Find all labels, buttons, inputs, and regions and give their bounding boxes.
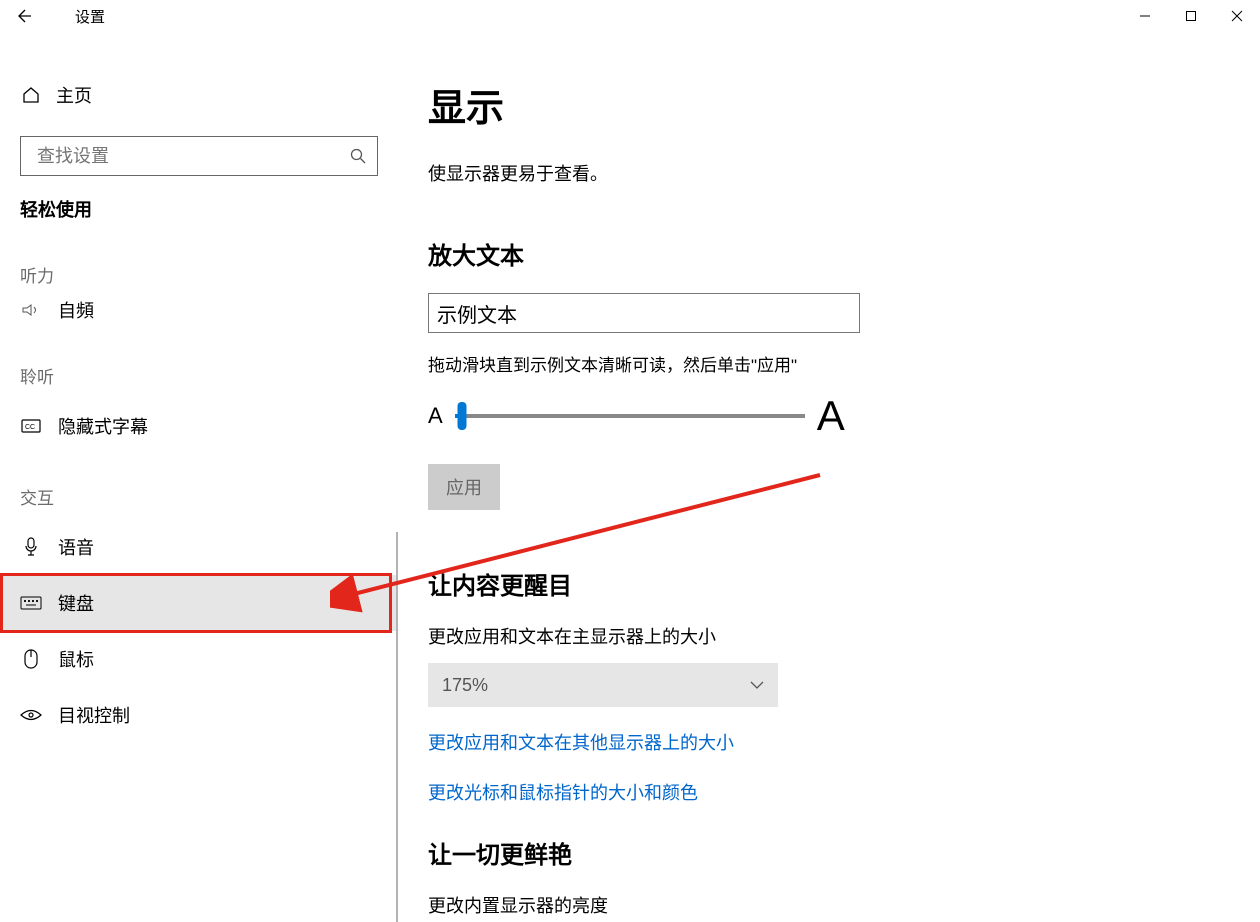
sidebar-item-mouse[interactable]: 鼠标 — [0, 631, 398, 687]
big-a-label: A — [817, 392, 845, 440]
sidebar-item-eye-control[interactable]: 目视控制 — [0, 687, 398, 743]
sample-text: 示例文本 — [437, 299, 517, 328]
section-vivid: 让一切更鲜艳 — [428, 835, 1260, 870]
slider-thumb[interactable] — [457, 402, 466, 430]
audio-icon — [20, 303, 42, 317]
microphone-icon — [20, 537, 42, 557]
link-other-displays[interactable]: 更改应用和文本在其他显示器上的大小 — [428, 729, 1260, 755]
chevron-down-icon — [750, 681, 764, 689]
slider-hint: 拖动滑块直到示例文本清晰可读，然后单击"应用" — [428, 351, 1260, 376]
change-main-size-label: 更改应用和文本在主显示器上的大小 — [428, 623, 1260, 649]
title-bar: 设置 — [0, 0, 1260, 32]
back-button[interactable] — [0, 0, 45, 32]
apply-button[interactable]: 应用 — [428, 464, 500, 510]
main-content: 显示 使显示器更易于查看。 放大文本 示例文本 拖动滑块直到示例文本清晰可读，然… — [398, 32, 1260, 917]
minimize-button[interactable] — [1122, 0, 1168, 32]
sidebar-item-label: 鼠标 — [58, 646, 94, 672]
search-box[interactable] — [20, 136, 378, 176]
svg-text:CC: CC — [25, 424, 35, 431]
sidebar-item-label: 键盘 — [58, 590, 94, 616]
section-label: 轻松使用 — [0, 176, 398, 232]
mouse-icon — [20, 649, 42, 669]
group-interact: 交互 — [0, 454, 398, 519]
page-title: 显示 — [428, 77, 1260, 132]
small-a-label: A — [428, 403, 443, 429]
text-size-slider-row: A A — [428, 392, 1260, 440]
sidebar-item-label: 语音 — [58, 534, 94, 560]
maximize-button[interactable] — [1168, 0, 1214, 32]
close-button[interactable] — [1214, 0, 1260, 32]
link-cursor-pointer[interactable]: 更改光标和鼠标指针的大小和颜色 — [428, 779, 1260, 805]
home-label: 主页 — [56, 82, 92, 108]
sidebar: 主页 轻松使用 听力 自頻 聆听 CC 隐藏式字幕 交互 语音 — [0, 32, 398, 917]
section-bolder: 让内容更醒目 — [428, 566, 1260, 601]
eye-icon — [20, 708, 42, 722]
sidebar-item-label: 目视控制 — [58, 702, 130, 728]
sidebar-item-label: 隐藏式字幕 — [58, 413, 148, 439]
search-input[interactable] — [37, 146, 349, 167]
sample-text-box: 示例文本 — [428, 293, 860, 333]
sidebar-item-captions[interactable]: CC 隐藏式字幕 — [0, 398, 398, 454]
page-description: 使显示器更易于查看。 — [428, 160, 1260, 186]
text-size-slider[interactable] — [455, 414, 805, 418]
sidebar-item-audio[interactable]: 自頻 — [0, 297, 398, 333]
home-item[interactable]: 主页 — [0, 72, 398, 118]
sidebar-item-speech[interactable]: 语音 — [0, 519, 398, 575]
dropdown-value: 175% — [442, 675, 488, 696]
brightness-label: 更改内置显示器的亮度 — [428, 892, 1260, 917]
keyboard-icon — [20, 596, 42, 610]
window-title: 设置 — [75, 6, 105, 27]
search-icon — [349, 147, 367, 165]
scale-dropdown[interactable]: 175% — [428, 663, 778, 707]
group-hearing: 听力 — [0, 232, 398, 297]
captions-icon: CC — [20, 419, 42, 433]
section-text-bigger: 放大文本 — [428, 236, 1260, 271]
window-controls — [1122, 0, 1260, 32]
sidebar-item-label: 自頻 — [58, 297, 94, 323]
home-icon — [20, 85, 42, 105]
group-listen: 聆听 — [0, 333, 398, 398]
arrow-left-icon — [14, 7, 32, 25]
sidebar-item-keyboard[interactable]: 键盘 — [0, 575, 398, 631]
